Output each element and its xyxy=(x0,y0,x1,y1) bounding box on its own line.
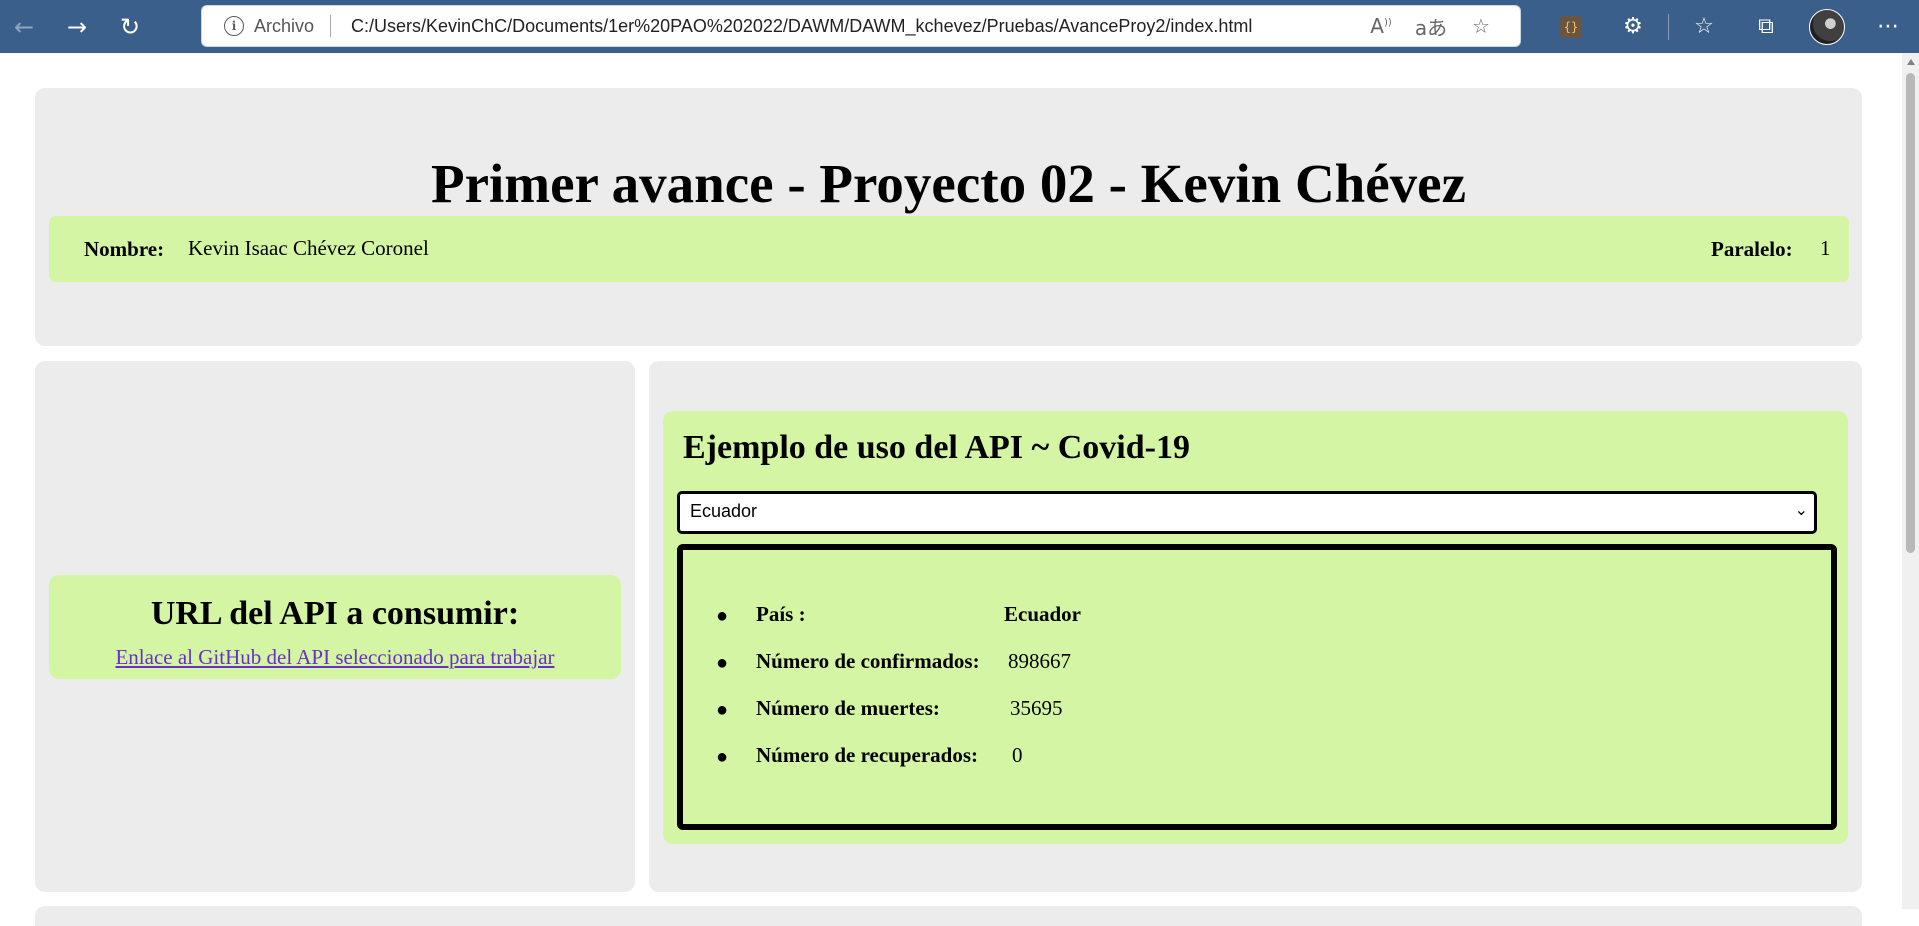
stat-value: Ecuador xyxy=(1004,602,1082,626)
covid-section-title: Ejemplo de uso del API ~ Covid-19 xyxy=(683,429,1190,466)
info-icon[interactable]: i xyxy=(224,16,244,36)
stat-label: País : xyxy=(756,602,806,626)
bullet-icon: ● xyxy=(716,746,729,768)
selected-country: Ecuador xyxy=(690,501,758,521)
add-favorite-icon[interactable]: ☆ xyxy=(1456,14,1506,38)
next-section-edge xyxy=(35,906,1862,926)
url-text[interactable]: C:/Users/KevinChC/Documents/1er%20PAO%20… xyxy=(351,16,1252,37)
bullet-icon: ● xyxy=(716,652,729,674)
stat-row-deaths: ● Número de muertes: 35695 xyxy=(683,696,1831,743)
nombre-label: Nombre: xyxy=(84,237,165,261)
page-title: Primer avance - Proyecto 02 - Kevin Chév… xyxy=(431,153,1466,214)
api-url-box: URL del API a consumir: Enlace al GitHub… xyxy=(49,575,621,679)
collections-icon[interactable]: ⧉ xyxy=(1735,14,1797,39)
stat-value: 0 xyxy=(1012,743,1023,767)
read-aloud-icon[interactable]: A)) xyxy=(1356,14,1406,38)
page-scrollbar[interactable] xyxy=(1902,53,1919,909)
paralelo-value: 1 xyxy=(1820,236,1831,260)
student-info-bar: Nombre: Kevin Isaac Chévez Coronel Paral… xyxy=(49,216,1849,282)
github-api-link[interactable]: Enlace al GitHub del API seleccionado pa… xyxy=(115,645,554,670)
refresh-icon[interactable]: ↻ xyxy=(106,0,154,53)
country-select[interactable]: Ecuador ⌄ xyxy=(677,491,1817,534)
browser-toolbar: ← → ↻ i Archivo C:/Users/KevinChC/Docume… xyxy=(0,0,1919,53)
bullet-icon: ● xyxy=(716,605,729,627)
forward-arrow-icon[interactable]: → xyxy=(53,0,101,53)
covid-panel: Ejemplo de uso del API ~ Covid-19 Ecuado… xyxy=(649,361,1862,892)
paralelo-label: Paralelo: xyxy=(1711,237,1793,261)
security-label: Archivo xyxy=(254,15,315,36)
more-options-icon[interactable]: ⋯ xyxy=(1857,14,1919,39)
stat-row-confirmed: ● Número de confirmados: 898667 xyxy=(683,649,1831,696)
covid-card: Ejemplo de uso del API ~ Covid-19 Ecuado… xyxy=(663,411,1848,844)
header-panel: Primer avance - Proyecto 02 - Kevin Chév… xyxy=(35,88,1862,346)
covid-stats-list: ● País : Ecuador ● Número de confirmados… xyxy=(683,602,1831,790)
stat-value: 898667 xyxy=(1008,649,1071,673)
extensions-icon[interactable]: ⚙ xyxy=(1602,14,1664,39)
stat-row-country: ● País : Ecuador xyxy=(683,602,1831,649)
page-content: Primer avance - Proyecto 02 - Kevin Chév… xyxy=(0,53,1902,926)
scroll-up-icon[interactable] xyxy=(1907,59,1915,65)
stat-value: 35695 xyxy=(1010,696,1063,720)
translate-icon[interactable]: aあ xyxy=(1406,12,1456,41)
bullet-icon: ● xyxy=(716,699,729,721)
toolbar-divider xyxy=(1668,13,1669,40)
profile-avatar[interactable] xyxy=(1809,8,1845,45)
back-arrow-icon[interactable]: ← xyxy=(0,0,48,53)
nombre-value: Kevin Isaac Chévez Coronel xyxy=(188,236,429,260)
stat-label: Número de recuperados: xyxy=(756,743,979,767)
stat-label: Número de muertes: xyxy=(756,696,940,720)
stat-row-recovered: ● Número de recuperados: 0 xyxy=(683,743,1831,790)
favorites-icon[interactable]: ☆ xyxy=(1673,14,1735,39)
address-divider xyxy=(330,15,332,37)
scrollbar-thumb[interactable] xyxy=(1906,73,1915,553)
stat-label: Número de confirmados: xyxy=(756,649,980,673)
address-bar[interactable]: i Archivo C:/Users/KevinChC/Documents/1e… xyxy=(202,6,1520,46)
json-extension-icon[interactable]: {} xyxy=(1560,15,1582,38)
chevron-down-icon: ⌄ xyxy=(1794,500,1808,519)
covid-results-box: ● País : Ecuador ● Número de confirmados… xyxy=(677,544,1837,830)
api-section-title: URL del API a consumir: xyxy=(150,595,520,632)
api-info-panel: URL del API a consumir: Enlace al GitHub… xyxy=(35,361,635,892)
